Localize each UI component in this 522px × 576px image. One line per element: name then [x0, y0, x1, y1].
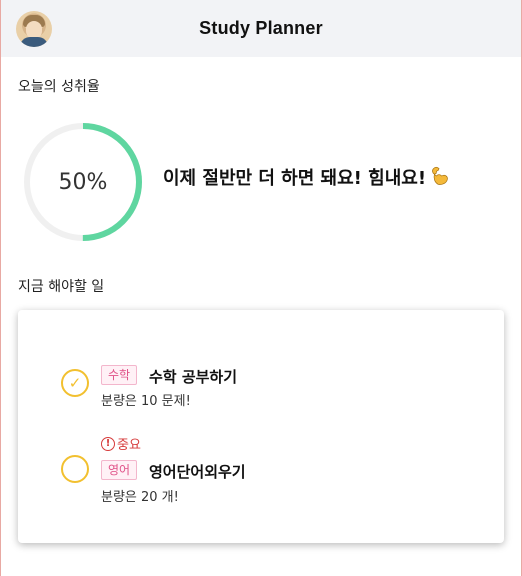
task-title[interactable]: 수학 공부하기: [149, 366, 237, 387]
task-desc: 분량은 10 문제!: [101, 394, 191, 409]
task-card: ✓ 수학 수학 공부하기 분량은 10 문제! ! 중요 영어 영어단어외우기 …: [18, 310, 504, 543]
app-frame: Study Planner 오늘의 성취율 50% 이제 절반만 더 하면 돼요…: [0, 0, 522, 576]
cheer-text: 이제 절반만 더 하면 돼요! 힘내요!: [163, 168, 427, 189]
app-title: Study Planner: [199, 18, 323, 38]
exclamation-circle-icon: !: [101, 436, 115, 451]
task-check-toggle[interactable]: ✓: [61, 369, 89, 397]
important-badge: ! 중요: [101, 434, 141, 453]
achievement-label: 오늘의 성취율: [18, 79, 100, 95]
check-icon: ✓: [68, 374, 82, 392]
tasks-label: 지금 해야할 일: [18, 279, 105, 295]
task-title[interactable]: 영어단어외우기: [149, 461, 246, 482]
flexed-biceps-icon: [432, 166, 448, 185]
app-header: Study Planner: [1, 0, 521, 57]
task-tag: 수학: [101, 365, 138, 385]
avatar[interactable]: [16, 11, 52, 47]
progress-percent: 50%: [58, 169, 108, 195]
important-text: 중요: [117, 438, 141, 453]
task-tag: 영어: [101, 460, 138, 480]
cheer-message: 이제 절반만 더 하면 돼요! 힘내요!: [163, 164, 450, 190]
task-check-toggle[interactable]: [61, 455, 89, 483]
task-desc: 분량은 20 개!: [101, 490, 179, 505]
